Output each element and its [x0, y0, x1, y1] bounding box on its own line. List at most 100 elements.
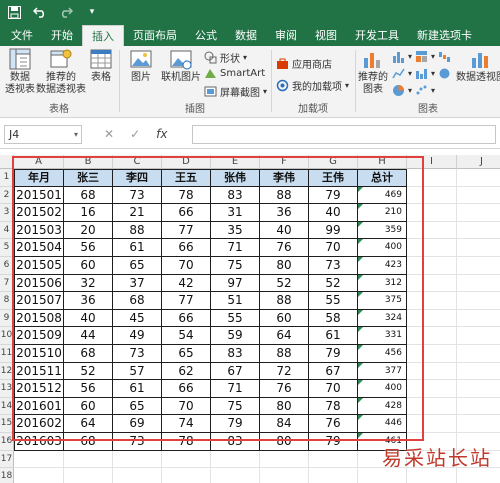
- tab-page-layout[interactable]: 页面布局: [124, 25, 186, 46]
- table-cell[interactable]: 36: [64, 292, 113, 310]
- table-cell[interactable]: 88: [113, 221, 162, 240]
- table-cell[interactable]: 36: [260, 204, 309, 222]
- table-cell[interactable]: 80: [260, 433, 309, 451]
- table-cell[interactable]: 201601: [14, 397, 64, 416]
- table-cell[interactable]: 67: [211, 362, 260, 381]
- table-cell[interactable]: 423: [358, 257, 407, 275]
- table-cell[interactable]: 55: [309, 292, 358, 310]
- table-cell[interactable]: 201510: [14, 345, 64, 363]
- row-header[interactable]: 12: [0, 362, 14, 381]
- table-cell[interactable]: 56: [64, 239, 113, 257]
- table-cell[interactable]: 324: [358, 309, 407, 328]
- table-cell[interactable]: 65: [113, 397, 162, 416]
- table-cell[interactable]: 45: [113, 309, 162, 328]
- table-cell[interactable]: 68: [64, 345, 113, 363]
- table-cell[interactable]: 68: [113, 292, 162, 310]
- insert-function-icon[interactable]: fx: [156, 125, 167, 144]
- table-cell[interactable]: 78: [309, 397, 358, 416]
- tab-new[interactable]: 新建选项卡: [408, 25, 481, 46]
- recommended-charts-button[interactable]: 推荐的 图表: [358, 48, 388, 96]
- table-cell[interactable]: 400: [358, 380, 407, 398]
- column-chart-button[interactable]: ▾ ▾: [392, 50, 451, 63]
- table-cell[interactable]: 201504: [14, 239, 64, 257]
- table-cell[interactable]: 59: [211, 327, 260, 345]
- table-cell[interactable]: 52: [260, 274, 309, 293]
- column-header[interactable]: I: [407, 155, 457, 169]
- table-cell[interactable]: 61: [113, 380, 162, 398]
- table-header-cell[interactable]: 总计: [358, 169, 407, 187]
- table-cell[interactable]: 201501: [14, 186, 64, 205]
- table-cell[interactable]: 72: [260, 362, 309, 381]
- table-cell[interactable]: 201603: [14, 433, 64, 451]
- table-cell[interactable]: 56: [64, 380, 113, 398]
- table-cell[interactable]: 201505: [14, 257, 64, 275]
- row-header[interactable]: 5: [0, 239, 14, 257]
- table-cell[interactable]: 76: [260, 239, 309, 257]
- table-cell[interactable]: 75: [211, 397, 260, 416]
- tab-insert[interactable]: 插入: [82, 25, 124, 46]
- table-cell[interactable]: 66: [162, 204, 211, 222]
- table-cell[interactable]: 80: [260, 257, 309, 275]
- table-cell[interactable]: 84: [260, 415, 309, 433]
- line-chart-button[interactable]: ▾ ▾: [392, 67, 451, 80]
- table-cell[interactable]: 71: [211, 239, 260, 257]
- table-cell[interactable]: 77: [162, 221, 211, 240]
- tab-developer[interactable]: 开发工具: [346, 25, 408, 46]
- store-button[interactable]: 应用商店: [276, 56, 332, 71]
- table-cell[interactable]: 201506: [14, 274, 64, 293]
- table-cell[interactable]: 375: [358, 292, 407, 310]
- enter-icon[interactable]: ✓: [130, 125, 140, 144]
- pie-chart-button[interactable]: ▾ ▾: [392, 84, 435, 97]
- tab-view[interactable]: 视图: [306, 25, 346, 46]
- smartart-button[interactable]: SmartArt: [204, 67, 265, 80]
- pivot-chart-button[interactable]: 数据透视图: [456, 48, 500, 84]
- row-header[interactable]: 18: [0, 468, 14, 483]
- cancel-icon[interactable]: ✕: [104, 125, 114, 144]
- table-cell[interactable]: 70: [309, 239, 358, 257]
- table-cell[interactable]: 79: [309, 345, 358, 363]
- table-cell[interactable]: 79: [211, 415, 260, 433]
- table-cell[interactable]: 312: [358, 274, 407, 293]
- table-cell[interactable]: 71: [211, 380, 260, 398]
- table-cell[interactable]: 83: [211, 433, 260, 451]
- table-header-cell[interactable]: 李伟: [260, 169, 309, 187]
- column-header[interactable]: A: [14, 155, 64, 169]
- table-cell[interactable]: 20: [64, 221, 113, 240]
- table-header-cell[interactable]: 李四: [113, 169, 162, 187]
- table-cell[interactable]: 65: [113, 257, 162, 275]
- row-header[interactable]: 16: [0, 433, 14, 451]
- save-icon[interactable]: [6, 4, 22, 20]
- table-cell[interactable]: 428: [358, 397, 407, 416]
- table-cell[interactable]: 469: [358, 186, 407, 205]
- table-cell[interactable]: 446: [358, 415, 407, 433]
- table-cell[interactable]: 99: [309, 221, 358, 240]
- table-cell[interactable]: 57: [113, 362, 162, 381]
- table-cell[interactable]: 201503: [14, 221, 64, 240]
- column-header[interactable]: F: [260, 155, 309, 169]
- tab-file[interactable]: 文件: [2, 25, 42, 46]
- table-cell[interactable]: 42: [162, 274, 211, 293]
- shapes-button[interactable]: 形状 ▾: [204, 50, 247, 65]
- table-cell[interactable]: 66: [162, 380, 211, 398]
- table-cell[interactable]: 60: [260, 309, 309, 328]
- tab-home[interactable]: 开始: [42, 25, 82, 46]
- tab-formulas[interactable]: 公式: [186, 25, 226, 46]
- column-header[interactable]: B: [64, 155, 113, 169]
- table-cell[interactable]: 40: [64, 309, 113, 328]
- table-cell[interactable]: 35: [211, 221, 260, 240]
- table-cell[interactable]: 64: [260, 327, 309, 345]
- table-cell[interactable]: 201602: [14, 415, 64, 433]
- table-cell[interactable]: 54: [162, 327, 211, 345]
- table-cell[interactable]: 31: [211, 204, 260, 222]
- table-header-cell[interactable]: 张伟: [211, 169, 260, 187]
- row-header[interactable]: 14: [0, 397, 14, 416]
- row-header[interactable]: 7: [0, 274, 14, 293]
- table-cell[interactable]: 68: [64, 433, 113, 451]
- row-header[interactable]: 3: [0, 204, 14, 222]
- table-cell[interactable]: 201507: [14, 292, 64, 310]
- table-cell[interactable]: 76: [309, 415, 358, 433]
- table-cell[interactable]: 66: [162, 309, 211, 328]
- table-cell[interactable]: 37: [113, 274, 162, 293]
- table-cell[interactable]: 73: [113, 433, 162, 451]
- column-header[interactable]: D: [162, 155, 211, 169]
